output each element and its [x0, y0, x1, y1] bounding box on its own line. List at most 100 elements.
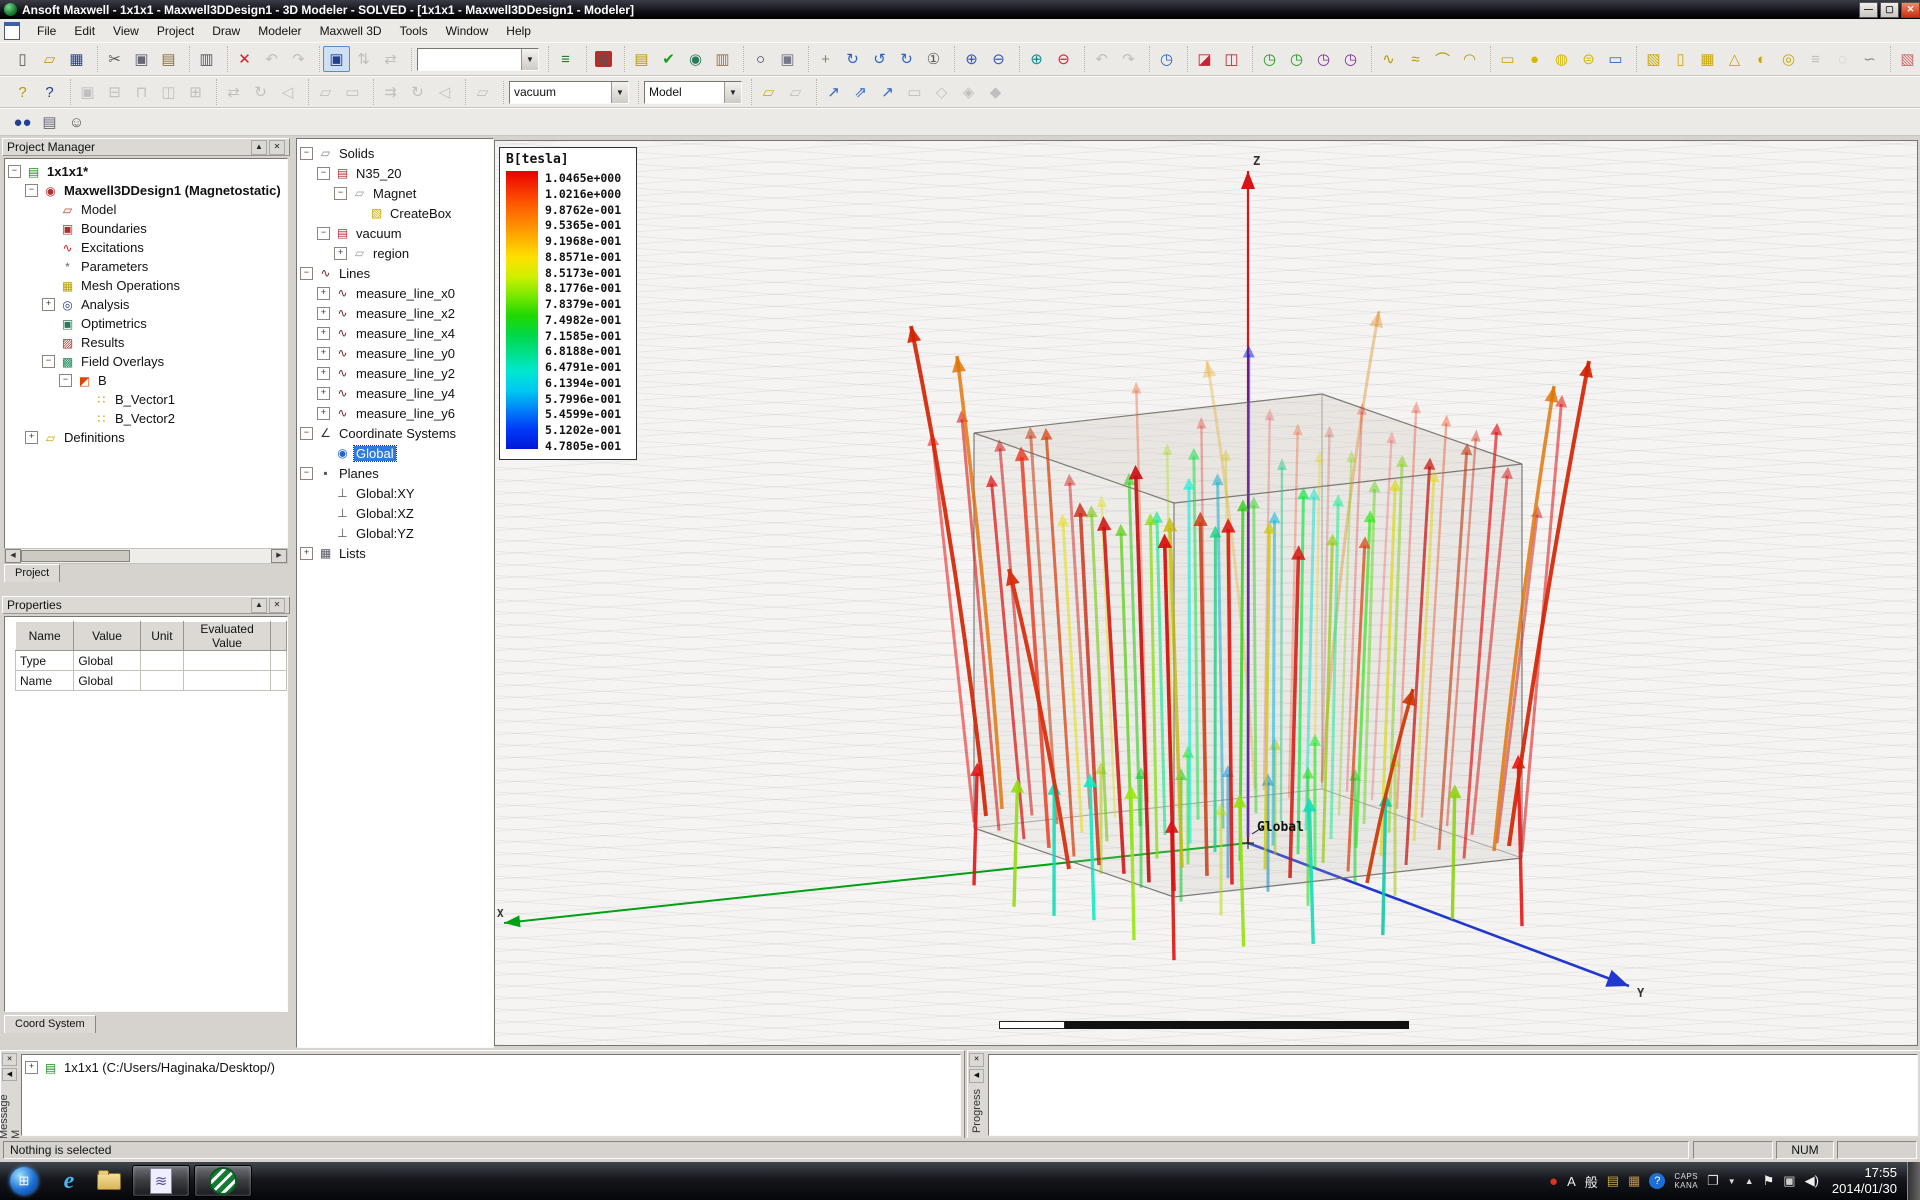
- undock-icon[interactable]: ◀: [2, 1068, 17, 1081]
- zoom-in-icon[interactable]: ⊕: [1023, 46, 1050, 72]
- rotate-model-icon[interactable]: ↺: [866, 46, 893, 72]
- collapse-icon[interactable]: −: [300, 147, 313, 160]
- pan-icon[interactable]: +: [812, 46, 839, 72]
- zoom-out-rect-icon[interactable]: ⊖: [985, 46, 1012, 72]
- close-icon[interactable]: ✕: [269, 598, 285, 613]
- scroll-left-icon[interactable]: ◀: [5, 549, 21, 563]
- draw-cylinder-icon[interactable]: ▯: [1667, 46, 1694, 72]
- collapse-icon[interactable]: −: [300, 467, 313, 480]
- cs-create-face-icon[interactable]: ⇗: [847, 79, 874, 105]
- find-icon[interactable]: ○: [747, 46, 774, 72]
- duplicate-along-line-icon[interactable]: ⇉: [377, 79, 404, 105]
- taskbar-app-circuit[interactable]: ≋: [132, 1165, 190, 1197]
- collapse-icon[interactable]: −: [317, 227, 330, 240]
- cut-icon[interactable]: ✂: [101, 46, 128, 72]
- chevron-down-icon[interactable]: ▼: [611, 82, 628, 103]
- record-macro-icon[interactable]: ◉: [682, 46, 709, 72]
- paste-icon[interactable]: ▤: [155, 46, 182, 72]
- maximize-button[interactable]: ▢: [1880, 2, 1899, 18]
- tree-item-vacuum[interactable]: −▤vacuum: [300, 223, 493, 243]
- zoom-in-rect-icon[interactable]: ⊕: [958, 46, 985, 72]
- draw-rectangle-icon[interactable]: ▭: [1494, 46, 1521, 72]
- tree-item-b[interactable]: −◩B: [8, 371, 287, 390]
- draw-ellipse-icon[interactable]: ⊜: [1575, 46, 1602, 72]
- progress-tab[interactable]: Progress: [971, 1089, 983, 1133]
- ime-mode-a[interactable]: A: [1567, 1174, 1576, 1189]
- property-row-type[interactable]: TypeGlobal: [16, 651, 287, 671]
- analyze-all-icon[interactable]: Q: [590, 46, 617, 72]
- intersect-icon[interactable]: ⊓: [128, 79, 155, 105]
- redo-icon[interactable]: ↷: [285, 46, 312, 72]
- machine-combo[interactable]: ▼: [417, 48, 539, 71]
- menu-draw[interactable]: Draw: [203, 22, 249, 40]
- expand-icon[interactable]: +: [317, 387, 330, 400]
- window-list-icon[interactable]: ▤: [36, 109, 63, 135]
- tree-item-global-xy[interactable]: ⊥Global:XY: [300, 483, 493, 503]
- collapse-icon[interactable]: ▲: [251, 598, 267, 613]
- tree-item-measure-line-y4[interactable]: +∿measure_line_y4: [300, 383, 493, 403]
- expand-icon[interactable]: +: [317, 327, 330, 340]
- help-topics-icon[interactable]: ?: [9, 79, 36, 105]
- message-manager-tab[interactable]: Message M: [0, 1087, 22, 1139]
- draw-torus-icon[interactable]: ◎: [1775, 46, 1802, 72]
- chevron-down-icon[interactable]: ▼: [724, 82, 741, 103]
- tree-item-definitions[interactable]: +▱Definitions: [8, 428, 287, 447]
- material-select[interactable]: vacuum▼: [509, 81, 629, 104]
- orient-right-icon[interactable]: ◷: [1337, 46, 1364, 72]
- run-script-icon[interactable]: ▥: [709, 46, 736, 72]
- close-icon[interactable]: ✕: [969, 1053, 984, 1067]
- grid-plane-add-icon[interactable]: ▱: [782, 79, 809, 105]
- undo-icon[interactable]: ↶: [258, 46, 285, 72]
- draw-arc-center-icon[interactable]: ⌒: [1429, 46, 1456, 72]
- start-button[interactable]: ⊞: [10, 1167, 38, 1195]
- tree-item-model[interactable]: ▱Model: [8, 200, 287, 219]
- undock-icon[interactable]: ◀: [969, 1069, 984, 1083]
- move-icon[interactable]: ⇄: [220, 79, 247, 105]
- chevron-down-icon[interactable]: ▼: [521, 49, 538, 70]
- expand-icon[interactable]: +: [317, 407, 330, 420]
- tree-item-createbox[interactable]: ▧CreateBox: [300, 203, 493, 223]
- expand-icon[interactable]: +: [317, 307, 330, 320]
- tree-item-measure-line-x4[interactable]: +∿measure_line_x4: [300, 323, 493, 343]
- scroll-right-icon[interactable]: ▶: [271, 549, 287, 563]
- tree-item-measure-line-x0[interactable]: +∿measure_line_x0: [300, 283, 493, 303]
- tree-item-mesh-operations[interactable]: ▦Mesh Operations: [8, 276, 287, 295]
- minimize-button[interactable]: —: [1859, 2, 1878, 18]
- tree-item-measure-line-x2[interactable]: +∿measure_line_x2: [300, 303, 493, 323]
- tray-window-icon[interactable]: ❐: [1707, 1173, 1719, 1189]
- tree-item-analysis[interactable]: +◎Analysis: [8, 295, 287, 314]
- draw-bondwire-icon[interactable]: ≡: [1802, 46, 1829, 72]
- tree-item-planes[interactable]: −▪Planes: [300, 463, 493, 483]
- copy-icon[interactable]: ▣: [128, 46, 155, 72]
- tree-item-lines[interactable]: −∿Lines: [300, 263, 493, 283]
- show-desktop-button[interactable]: [1907, 1162, 1920, 1200]
- tray-action-center-icon[interactable]: ⚑: [1763, 1173, 1775, 1189]
- print-icon[interactable]: ▥: [193, 46, 220, 72]
- collapse-icon[interactable]: −: [42, 355, 55, 368]
- draw-spiral-icon[interactable]: ◌: [1829, 46, 1856, 72]
- search-icon[interactable]: ●●: [9, 109, 36, 135]
- object-mode-select[interactable]: Model▼: [644, 81, 742, 104]
- view-undo-icon[interactable]: ↶: [1088, 46, 1115, 72]
- tree-item-optimetrics[interactable]: ▣Optimetrics: [8, 314, 287, 333]
- new-file-icon[interactable]: ▯: [9, 46, 36, 72]
- expand-icon[interactable]: +: [25, 431, 38, 444]
- section-icon[interactable]: ▱: [312, 79, 339, 105]
- open-file-icon[interactable]: ▱: [36, 46, 63, 72]
- draw-box-icon[interactable]: ▧: [1640, 46, 1667, 72]
- zoom-out-icon[interactable]: ⊖: [1050, 46, 1077, 72]
- tree-item-boundaries[interactable]: ▣Boundaries: [8, 219, 287, 238]
- zoom-1-1-icon[interactable]: ①: [920, 46, 947, 72]
- collapse-icon[interactable]: ▲: [251, 140, 267, 155]
- expand-icon[interactable]: +: [334, 247, 347, 260]
- child-window-icon[interactable]: [4, 22, 20, 40]
- assign-material-icon[interactable]: ▱: [469, 79, 496, 105]
- cs-select-icon[interactable]: ◆: [982, 79, 1009, 105]
- draw-circle-icon[interactable]: ●: [1521, 46, 1548, 72]
- tree-item-measure-line-y0[interactable]: +∿measure_line_y0: [300, 343, 493, 363]
- cs-create-offset-icon[interactable]: ↗: [874, 79, 901, 105]
- message-window-icon[interactable]: ▤: [628, 46, 655, 72]
- local-machine-icon[interactable]: ▣: [323, 46, 350, 72]
- delete-icon[interactable]: ✕: [231, 46, 258, 72]
- tree-item-field-overlays[interactable]: −▩Field Overlays: [8, 352, 287, 371]
